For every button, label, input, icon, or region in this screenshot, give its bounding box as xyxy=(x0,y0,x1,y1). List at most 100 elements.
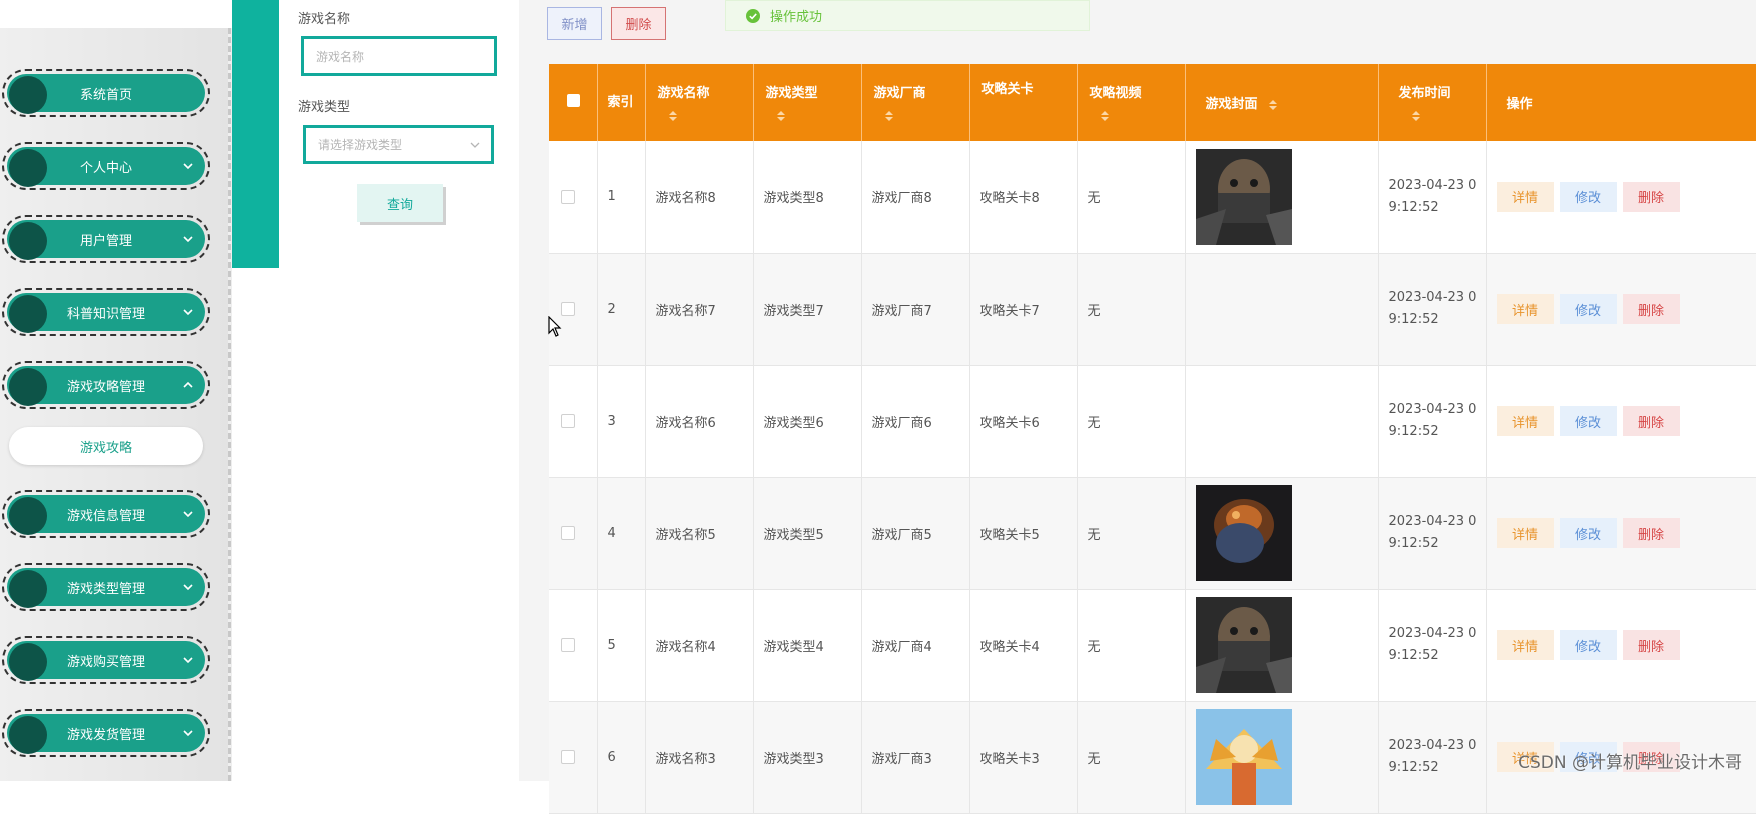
sort-icon[interactable] xyxy=(668,109,678,123)
row-delete-button[interactable]: 删除 xyxy=(1622,406,1680,436)
index-cell: 6 xyxy=(597,701,646,814)
sidebar-item-game-shipping-management[interactable]: 游戏发货管理 xyxy=(2,709,210,757)
add-button[interactable]: 新增 xyxy=(547,7,602,40)
name-cell: 游戏名称7 xyxy=(645,253,754,366)
sidebar-item-label: 系统首页 xyxy=(79,87,132,103)
sort-icon[interactable] xyxy=(1411,109,1421,123)
sidebar-item-personal-center[interactable]: 个人中心 xyxy=(2,142,210,190)
table-header-row: 索引 游戏名称 游戏类型 游戏厂商 攻略关卡 攻略视频 游戏封面 发布时间 操作 xyxy=(549,64,1756,141)
row-delete-button[interactable]: 删除 xyxy=(1622,294,1680,324)
publish-time: 2023-04-23 0 9:12:52 xyxy=(1388,514,1477,551)
actions-cell: 详情 修改 删除 xyxy=(1486,589,1756,702)
sort-icon[interactable] xyxy=(1100,109,1110,123)
type-cell: 游戏类型3 xyxy=(753,701,862,814)
delete-button[interactable]: 删除 xyxy=(611,7,666,40)
publish-time: 2023-04-23 0 9:12:52 xyxy=(1388,626,1477,663)
menu-dot-icon xyxy=(9,368,47,406)
vendor-cell: 游戏厂商7 xyxy=(861,253,970,366)
watermark: CSDN @计算机毕业设计木哥 xyxy=(1518,753,1742,773)
column-header-cover[interactable]: 游戏封面 xyxy=(1185,64,1379,141)
game-type-select[interactable]: 请选择游戏类型 xyxy=(303,125,494,164)
row-checkbox[interactable] xyxy=(561,750,575,764)
level-cell: 攻略关卡6 xyxy=(969,365,1078,478)
row-checkbox[interactable] xyxy=(561,638,575,652)
menu-dot-icon xyxy=(9,570,47,608)
row-checkbox[interactable] xyxy=(561,189,575,204)
sidebar-item-user-management[interactable]: 用户管理 xyxy=(2,215,210,263)
menu-dot-icon xyxy=(9,222,47,260)
teal-header-band xyxy=(232,0,279,268)
sidebar-item-home[interactable]: 系统首页 xyxy=(2,69,210,117)
detail-button[interactable]: 详情 xyxy=(1496,406,1554,436)
select-all-checkbox[interactable] xyxy=(567,94,580,107)
publish-time: 2023-04-23 0 9:12:52 xyxy=(1388,738,1477,775)
publish-time: 2023-04-23 0 9:12:52 xyxy=(1388,177,1477,215)
name-cell: 游戏名称5 xyxy=(645,477,754,590)
publish-time: 2023-04-23 0 9:12:52 xyxy=(1388,402,1477,439)
sidebar-item-game-purchase-management[interactable]: 游戏购买管理 xyxy=(2,636,210,684)
index-cell: 2 xyxy=(597,253,646,366)
detail-button[interactable]: 详情 xyxy=(1496,518,1554,548)
type-cell: 游戏类型5 xyxy=(753,477,862,590)
sidebar-item-label: 科普知识管理 xyxy=(66,306,145,322)
toast-message: 操作成功 xyxy=(770,10,823,25)
column-header-index: 索引 xyxy=(597,64,646,141)
chevron-down-icon xyxy=(183,309,193,316)
edit-button[interactable]: 修改 xyxy=(1559,518,1617,548)
column-header-video[interactable]: 攻略视频 xyxy=(1077,64,1186,141)
detail-button[interactable]: 详情 xyxy=(1496,294,1554,324)
search-filter-panel: 游戏名称 游戏名称 游戏类型 请选择游戏类型 查询 xyxy=(279,0,519,781)
column-header-actions: 操作 xyxy=(1486,64,1756,141)
detail-button[interactable]: 详情 xyxy=(1496,181,1554,212)
time-cell: 2023-04-23 0 9:12:52 xyxy=(1378,365,1487,478)
game-cover-image xyxy=(1195,597,1292,693)
chevron-down-icon xyxy=(183,657,193,664)
row-delete-button[interactable]: 删除 xyxy=(1622,630,1680,660)
sidebar-item-game-guide-management[interactable]: 游戏攻略管理 xyxy=(2,361,210,409)
sidebar-item-science-knowledge[interactable]: 科普知识管理 xyxy=(2,288,210,336)
game-cover-image xyxy=(1195,485,1292,581)
main-content: 新增 删除 操作成功 索引 游戏名称 游戏类型 游戏厂商 攻略关卡 攻略视频 游… xyxy=(519,0,1756,814)
row-checkbox[interactable] xyxy=(561,302,575,316)
actions-cell: 详情 修改 删除 xyxy=(1486,365,1756,478)
column-header-type[interactable]: 游戏类型 xyxy=(753,64,862,141)
row-delete-button[interactable]: 删除 xyxy=(1622,518,1680,548)
table-body: 1 游戏名称8 游戏类型8 游戏厂商8 攻略关卡8 无 2023-04-23 0 9:12:… xyxy=(549,141,1756,814)
chevron-down-icon xyxy=(183,730,193,737)
query-button[interactable]: 查询 xyxy=(357,184,443,222)
game-name-label: 游戏名称 xyxy=(298,12,351,27)
sidebar-item-label: 游戏攻略管理 xyxy=(66,379,145,395)
row-select-cell xyxy=(549,477,598,590)
cover-cell xyxy=(1185,589,1379,702)
select-all-header xyxy=(549,64,598,141)
sidebar-item-game-info-management[interactable]: 游戏信息管理 xyxy=(2,490,210,538)
type-cell: 游戏类型8 xyxy=(753,141,862,254)
game-type-placeholder: 请选择游戏类型 xyxy=(318,138,403,152)
submenu-item-game-guide[interactable]: 游戏攻略 xyxy=(9,427,203,465)
cover-cell xyxy=(1185,701,1379,814)
sidebar: 系统首页 个人中心 用户管理 科普知识管理 游戏攻略管理 游戏攻略 游戏信息管理… xyxy=(0,0,279,781)
vendor-cell: 游戏厂商3 xyxy=(861,701,970,814)
column-header-time[interactable]: 发布时间 xyxy=(1378,64,1487,141)
column-header-vendor[interactable]: 游戏厂商 xyxy=(861,64,970,141)
column-header-level[interactable]: 攻略关卡 xyxy=(969,64,1078,141)
sort-icon[interactable] xyxy=(1268,98,1278,112)
row-checkbox[interactable] xyxy=(561,414,575,428)
chevron-up-icon xyxy=(183,381,193,388)
row-checkbox[interactable] xyxy=(561,526,575,540)
column-header-name[interactable]: 游戏名称 xyxy=(645,64,754,141)
row-select-cell xyxy=(549,141,598,254)
edit-button[interactable]: 修改 xyxy=(1559,406,1617,436)
game-cover-image xyxy=(1195,709,1292,805)
game-name-input[interactable]: 游戏名称 xyxy=(301,36,497,76)
detail-button[interactable]: 详情 xyxy=(1496,630,1554,660)
edit-button[interactable]: 修改 xyxy=(1559,630,1617,660)
cover-cell xyxy=(1185,253,1379,366)
edit-button[interactable]: 修改 xyxy=(1559,294,1617,324)
sidebar-item-game-type-management[interactable]: 游戏类型管理 xyxy=(2,563,210,611)
menu-dot-icon xyxy=(9,716,47,754)
row-delete-button[interactable]: 删除 xyxy=(1622,181,1680,212)
sort-icon[interactable] xyxy=(884,109,894,123)
edit-button[interactable]: 修改 xyxy=(1559,181,1617,212)
sort-icon[interactable] xyxy=(776,109,786,123)
